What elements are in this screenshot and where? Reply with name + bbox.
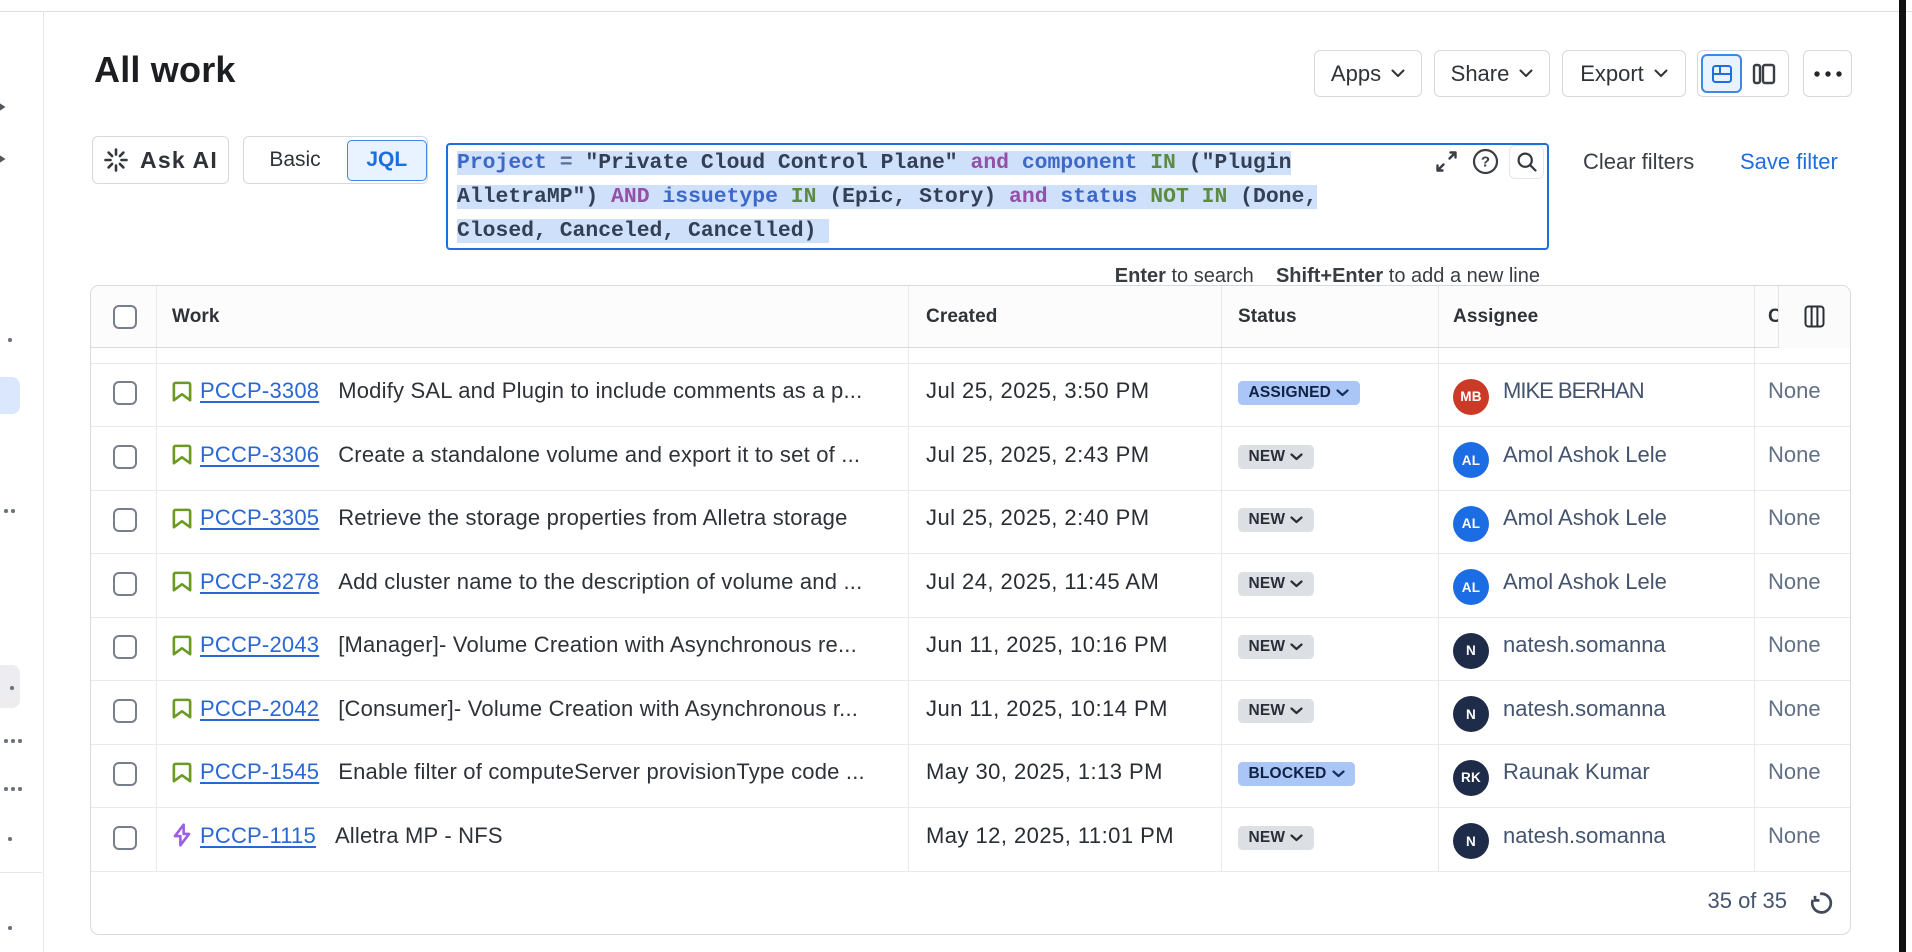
svg-text:?: ? (1481, 154, 1490, 171)
